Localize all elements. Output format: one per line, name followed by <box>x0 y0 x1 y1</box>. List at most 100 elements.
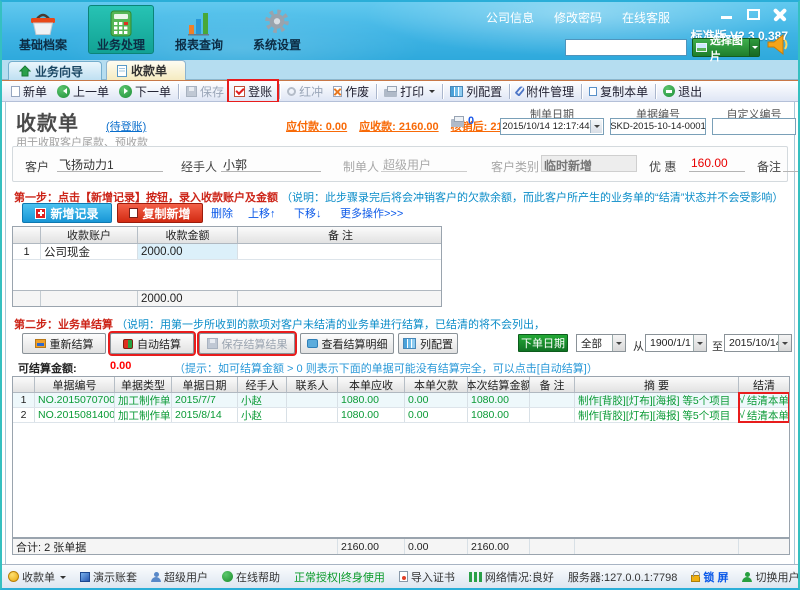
bill-date-cell[interactable]: 2015/7/7 <box>172 393 238 407</box>
horn-icon[interactable] <box>765 33 791 60</box>
close-icon[interactable] <box>773 8 788 21</box>
settled-cell[interactable]: 1080.00 <box>468 408 530 422</box>
maximize-icon[interactable] <box>746 8 761 21</box>
move-down-link[interactable]: 下移↓ <box>294 205 322 221</box>
note-header[interactable]: 备 注 <box>238 227 443 243</box>
customer-field[interactable]: 飞扬动力1 <box>57 155 163 172</box>
bill-no-cell[interactable]: NO.201507070001 <box>35 393 115 407</box>
change-password-link[interactable]: 修改密码 <box>554 9 602 26</box>
statusbar-account-set[interactable]: 演示账套 <box>80 569 137 585</box>
owed-header[interactable]: 本单欠款 <box>405 377 468 392</box>
amount-cell[interactable]: 2000.00 <box>138 244 238 259</box>
statusbar-import-cert[interactable]: 导入证书 <box>399 569 455 585</box>
account-header[interactable]: 收款账户 <box>41 227 138 243</box>
bill-type-cell[interactable]: 加工制作单 <box>115 408 172 422</box>
void-button[interactable]: 作废 <box>328 81 374 101</box>
bill-no-field[interactable]: SKD-2015-10-14-0001 <box>610 118 706 135</box>
table-row[interactable]: 1 公司现金 2000.00 <box>13 244 441 260</box>
contact-header[interactable]: 联系人 <box>287 377 338 392</box>
note-cell[interactable] <box>530 393 575 407</box>
tab-receipt[interactable]: 收款单 <box>106 60 186 80</box>
chevron-down-icon[interactable] <box>612 335 625 351</box>
from-date-select[interactable]: 1900/1/1 <box>645 334 707 352</box>
pick-image-button[interactable]: 选择图片 <box>692 38 760 57</box>
nav-report-query[interactable]: 报表查询 <box>166 5 232 54</box>
summary-cell[interactable]: 制作[背胶][灯布][海报] 等5个项目 <box>575 408 739 422</box>
exit-button[interactable]: 退出 <box>658 81 707 101</box>
settled-header[interactable]: 本次结算金额 <box>468 377 530 392</box>
owed-cell[interactable]: 0.00 <box>405 408 468 422</box>
handler-cell[interactable]: 小赵 <box>238 408 287 422</box>
add-record-button[interactable]: 新增记录 <box>22 203 112 223</box>
statusbar-user[interactable]: 超级用户 <box>151 569 208 585</box>
post-account-button[interactable]: 登账 <box>229 81 277 101</box>
print-button[interactable]: 打印 <box>379 81 440 101</box>
contact-cell[interactable] <box>287 408 338 422</box>
lock-screen-button[interactable]: 锁 屏 <box>691 569 728 585</box>
statusbar-doc-menu[interactable]: 收款单 <box>8 569 66 585</box>
nav-business-process[interactable]: 业务处理 <box>88 5 154 54</box>
delete-link[interactable]: 删除 <box>211 205 233 221</box>
move-up-link[interactable]: 上移↑ <box>248 205 276 221</box>
handler-field[interactable]: 小郭 <box>221 155 321 172</box>
summary-header[interactable]: 摘 要 <box>575 377 739 392</box>
order-date-button[interactable]: 下单日期 <box>518 334 568 352</box>
summary-cell[interactable]: 制作[背胶][灯布][海报] 等5个项目 <box>575 393 739 407</box>
online-support-link[interactable]: 在线客服 <box>622 9 670 26</box>
bill-type-cell[interactable]: 加工制作单 <box>115 393 172 407</box>
chevron-down-icon[interactable] <box>778 335 791 351</box>
table-row[interactable]: 2 NO.201508140001 加工制作单 2015/8/14 小赵 108… <box>13 408 789 423</box>
settle-column-config-button[interactable]: 列配置 <box>398 333 458 354</box>
note-cell[interactable] <box>238 244 443 259</box>
to-date-select[interactable]: 2015/10/14 <box>724 334 792 352</box>
company-info-link[interactable]: 公司信息 <box>486 9 534 26</box>
copy-bill-button[interactable]: 复制本单 <box>584 81 653 101</box>
handler-cell[interactable]: 小赵 <box>238 393 287 407</box>
nav-basic-archives[interactable]: 基础档案 <box>10 5 76 54</box>
bill-no-header[interactable]: 单据编号 <box>35 377 115 392</box>
printer-icon[interactable] <box>451 119 464 127</box>
receivable-cell[interactable]: 1080.00 <box>338 393 405 407</box>
doc-status-link[interactable]: (待登账) <box>106 118 146 134</box>
image-path-input[interactable] <box>565 39 687 56</box>
minimize-icon[interactable] <box>719 8 734 21</box>
clear-bill-button[interactable]: √结清本单 <box>739 393 789 407</box>
statusbar-help[interactable]: 在线帮助 <box>222 569 280 585</box>
clear-bill-button[interactable]: √结清本单 <box>739 408 789 422</box>
discount-field[interactable]: 160.00 <box>689 155 745 172</box>
auto-settle-button[interactable]: 自动结算 <box>110 333 194 354</box>
note-header[interactable]: 备 注 <box>530 377 575 392</box>
note-field[interactable] <box>783 155 799 172</box>
clear-header[interactable]: 结清 <box>739 377 789 392</box>
owed-cell[interactable]: 0.00 <box>405 393 468 407</box>
table-row[interactable]: 1 NO.201507070001 加工制作单 2015/7/7 小赵 1080… <box>13 393 789 408</box>
attachments-button[interactable]: 附件管理 <box>512 81 579 101</box>
pick-image-dropdown[interactable] <box>749 39 759 56</box>
next-bill-button[interactable]: 下一单 <box>114 81 176 101</box>
chevron-down-icon[interactable] <box>590 120 602 133</box>
new-bill-button[interactable]: 新单 <box>6 81 52 101</box>
bill-no-cell[interactable]: NO.201508140001 <box>35 408 115 422</box>
column-config-button[interactable]: 列配置 <box>445 81 507 101</box>
recalc-settle-button[interactable]: 重新结算 <box>22 333 106 354</box>
receivable-cell[interactable]: 1080.00 <box>338 408 405 422</box>
range-select[interactable]: 全部 <box>576 334 626 352</box>
account-cell[interactable]: 公司现金 <box>41 244 138 259</box>
contact-cell[interactable] <box>287 393 338 407</box>
make-date-combo[interactable]: 2015/10/14 12:17:44 <box>500 118 604 135</box>
handler-header[interactable]: 经手人 <box>238 377 287 392</box>
note-cell[interactable] <box>530 408 575 422</box>
tab-business-wizard[interactable]: 业务向导 <box>8 61 102 80</box>
receivable-header[interactable]: 本单应收 <box>338 377 405 392</box>
chevron-down-icon[interactable] <box>693 335 706 351</box>
prev-bill-button[interactable]: 上一单 <box>52 81 114 101</box>
more-actions-link[interactable]: 更多操作>>> <box>340 205 403 221</box>
copy-add-button[interactable]: 复制新增 <box>117 203 203 223</box>
view-settle-detail-button[interactable]: 查看结算明细 <box>300 333 394 354</box>
bill-type-header[interactable]: 单据类型 <box>115 377 172 392</box>
switch-user-button[interactable]: 切换用户 <box>742 569 799 585</box>
bill-date-header[interactable]: 单据日期 <box>172 377 238 392</box>
nav-system-settings[interactable]: 系统设置 <box>244 5 310 54</box>
settled-cell[interactable]: 1080.00 <box>468 393 530 407</box>
amount-header[interactable]: 收款金额 <box>138 227 238 243</box>
